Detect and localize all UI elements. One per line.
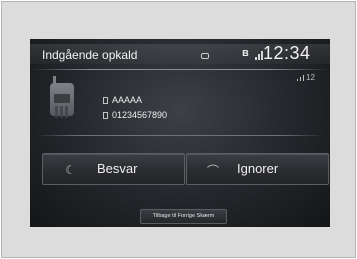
phone-number-icon — [103, 112, 108, 119]
caller-name: AAAAA — [112, 95, 143, 105]
volume-level: 12 — [306, 73, 315, 82]
back-to-previous-screen-button[interactable]: Tilbage til Forrige Skærm — [140, 209, 227, 224]
screen-title: Indgående opkald — [42, 48, 138, 62]
caller-number: 01234567890 — [112, 110, 168, 120]
caller-number-row: 01234567890 — [103, 110, 167, 120]
bluetooth-icon: ʙ — [242, 47, 249, 59]
figure-frame: Indgående opkald ʙ 12:34 12 AAAAA 012345… — [1, 1, 356, 258]
ignore-button[interactable]: ⌒ Ignorer — [186, 153, 329, 185]
answer-handset-icon: ☾ — [65, 163, 76, 177]
content-divider — [36, 135, 324, 136]
contact-icon — [103, 97, 108, 104]
signal-icon — [249, 50, 263, 60]
clock: 12:34 — [263, 43, 311, 63]
ignore-label: Ignorer — [237, 161, 279, 176]
status-header: Indgående opkald ʙ 12:34 — [30, 39, 330, 69]
record-icon — [201, 53, 209, 59]
display-screen: Indgående opkald ʙ 12:34 12 AAAAA 012345… — [30, 39, 330, 227]
volume-icon — [297, 75, 305, 81]
mobile-phone-icon — [50, 76, 76, 118]
answer-label: Besvar — [97, 161, 138, 176]
answer-button[interactable]: ☾ Besvar — [42, 153, 185, 185]
caller-name-row: AAAAA — [103, 95, 142, 105]
hang-up-icon: ⌒ — [207, 164, 220, 178]
header-divider — [30, 69, 330, 70]
